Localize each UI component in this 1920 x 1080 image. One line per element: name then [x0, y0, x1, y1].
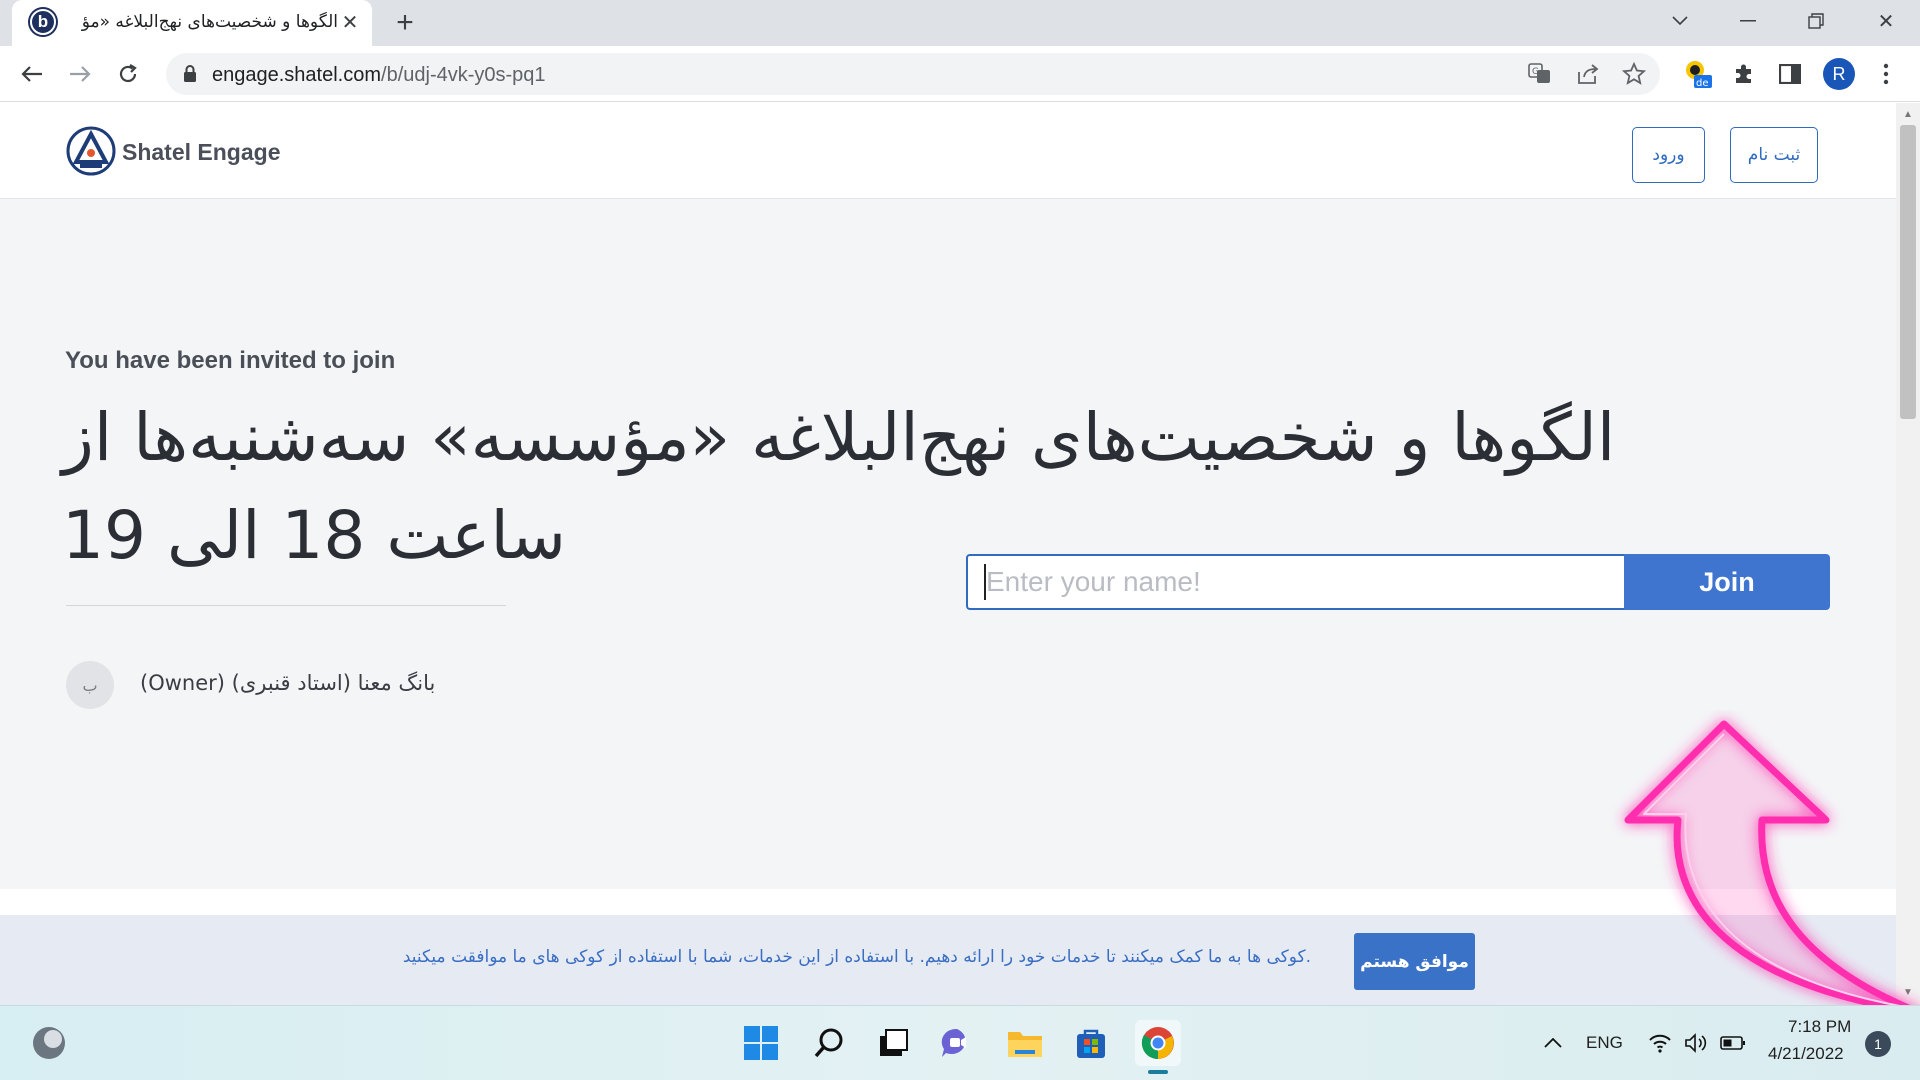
shatel-logo-icon[interactable] — [66, 126, 116, 176]
address-bar[interactable]: engage.shatel.com/b/udj-4vk-y0s-pq1 G — [166, 53, 1660, 95]
more-menu-icon[interactable] — [1868, 56, 1904, 92]
close-window-icon[interactable]: ✕ — [1866, 4, 1906, 38]
notification-badge[interactable]: 1 — [1865, 1031, 1891, 1057]
login-button[interactable]: ورود — [1632, 127, 1705, 183]
show-hidden-icons-chevron-icon[interactable] — [1530, 1020, 1576, 1066]
url-path: /b/udj-4vk-y0s-pq1 — [381, 64, 546, 86]
brand-name[interactable]: Shatel Engage — [122, 139, 280, 166]
cookie-accept-button[interactable]: موافق هستم — [1354, 933, 1475, 990]
battery-icon[interactable] — [1712, 1020, 1754, 1066]
search-icon[interactable] — [806, 1020, 852, 1066]
site-header: Shatel Engage ورود ثبت نام — [0, 103, 1896, 199]
reload-icon[interactable] — [110, 56, 146, 92]
tab-title: الگوها و شخصیت‌های نهج‌البلاغه «مؤ — [81, 12, 338, 32]
curved-arrow-annotation-icon — [1624, 720, 1920, 1016]
restore-icon[interactable] — [1796, 4, 1836, 38]
site-favicon-icon: b — [30, 9, 56, 35]
windows-taskbar: ENG 7:18 PM 4/21/2022 1 — [0, 1005, 1920, 1080]
active-app-indicator — [1148, 1070, 1168, 1074]
dictionary-extension-icon[interactable]: de — [1680, 56, 1716, 92]
svg-text:G: G — [1532, 67, 1539, 77]
tab-search-chevron-icon[interactable] — [1660, 4, 1700, 38]
extensions-puzzle-icon[interactable] — [1726, 56, 1762, 92]
microsoft-store-icon[interactable] — [1068, 1020, 1114, 1066]
signup-button[interactable]: ثبت نام — [1730, 127, 1818, 183]
url-host: engage.shatel.com — [212, 64, 382, 86]
translate-icon[interactable]: G — [1526, 60, 1554, 88]
owner-name: بانگ معنا (استاد قنبری) (Owner) — [140, 671, 436, 695]
profile-avatar[interactable]: R — [1823, 58, 1855, 90]
close-tab-icon[interactable]: ✕ — [336, 8, 364, 36]
owner-avatar: ب — [66, 661, 114, 709]
join-button[interactable]: Join — [1624, 554, 1830, 610]
weather-widget-icon[interactable] — [26, 1020, 72, 1066]
input-language[interactable]: ENG — [1586, 1033, 1623, 1053]
volume-icon[interactable] — [1676, 1020, 1716, 1066]
invite-label: You have been invited to join — [65, 347, 396, 374]
browser-toolbar: engage.shatel.com/b/udj-4vk-y0s-pq1 G de… — [0, 46, 1920, 102]
bookmark-star-icon[interactable] — [1620, 60, 1648, 88]
file-explorer-icon[interactable] — [1002, 1020, 1048, 1066]
svg-text:de: de — [1696, 78, 1709, 89]
task-view-icon[interactable] — [870, 1020, 916, 1066]
text-caret — [984, 564, 986, 600]
scroll-up-icon[interactable]: ▲ — [1900, 106, 1916, 122]
url-text[interactable]: engage.shatel.com/b/udj-4vk-y0s-pq1 — [212, 64, 546, 87]
name-input[interactable] — [966, 554, 1624, 610]
clock-time[interactable]: 7:18 PM — [1788, 1017, 1851, 1037]
lock-icon[interactable] — [182, 64, 202, 84]
wifi-icon[interactable] — [1640, 1020, 1680, 1066]
chrome-icon[interactable] — [1135, 1020, 1181, 1066]
clock-date[interactable]: 4/21/2022 — [1768, 1044, 1844, 1064]
tab-strip: b الگوها و شخصیت‌های نهج‌البلاغه «مؤ ✕ +… — [0, 0, 1920, 46]
back-arrow-icon[interactable] — [14, 56, 50, 92]
side-panel-icon[interactable] — [1772, 56, 1808, 92]
share-icon[interactable] — [1574, 60, 1602, 88]
minimize-icon[interactable] — [1728, 4, 1768, 38]
teams-chat-icon[interactable] — [934, 1020, 980, 1066]
title-divider — [66, 605, 506, 606]
forward-arrow-icon[interactable] — [62, 56, 98, 92]
scroll-thumb[interactable] — [1900, 125, 1916, 419]
browser-tab[interactable]: b الگوها و شخصیت‌های نهج‌البلاغه «مؤ ✕ — [12, 0, 372, 46]
start-windows-icon[interactable] — [738, 1020, 784, 1066]
new-tab-icon[interactable]: + — [388, 6, 422, 40]
cookie-text: .کوکی ها به ما کمک میکنند تا خدمات خود ر… — [402, 947, 1311, 967]
